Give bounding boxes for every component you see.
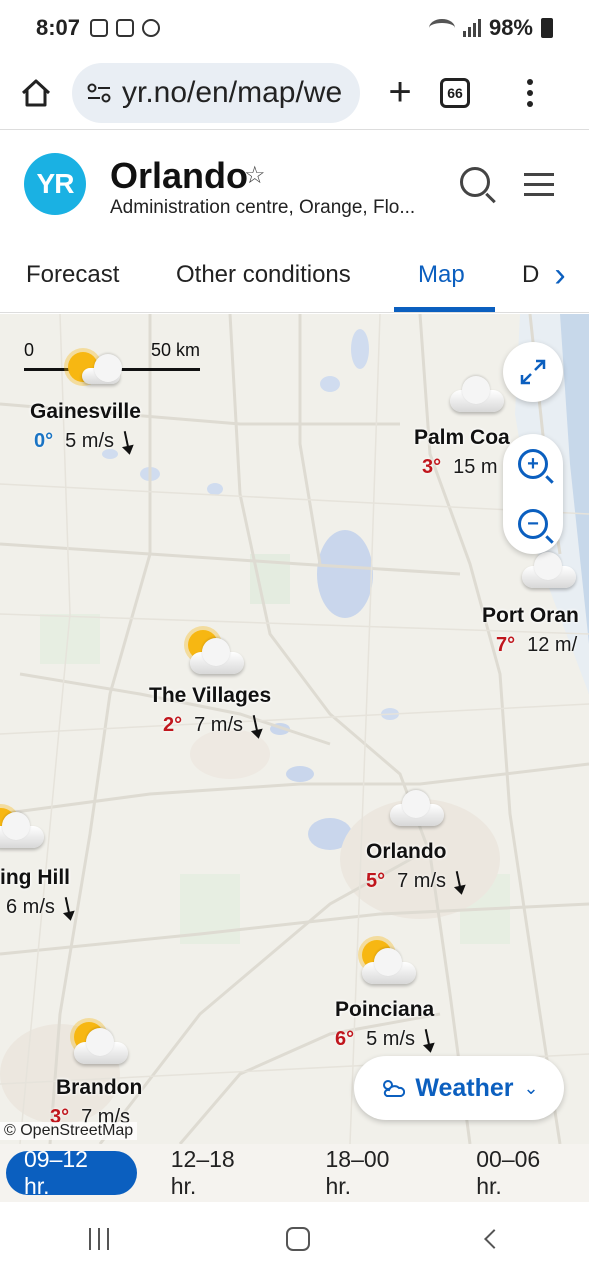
scale-zero-label: 0	[24, 340, 35, 360]
place-wind-speed: 7 m/s	[194, 714, 244, 736]
wifi-icon	[428, 19, 455, 37]
place-temperature: 0°	[34, 430, 54, 452]
url-bar[interactable]: yr.no/en/map/we	[72, 62, 360, 123]
cloud-icon	[520, 552, 580, 592]
place-temperature: 7°	[496, 634, 516, 656]
expand-icon	[520, 359, 546, 385]
tab-other-conditions[interactable]: Other conditions	[176, 261, 351, 289]
hamburger-menu-icon[interactable]	[524, 173, 554, 196]
place-name: Gainesville	[30, 400, 141, 423]
gallery-icon	[116, 19, 135, 37]
recent-apps-icon[interactable]	[88, 1228, 109, 1250]
partly-cloudy-icon	[0, 804, 46, 854]
record-icon	[142, 19, 161, 37]
place-name: Palm Coa	[414, 426, 510, 449]
time-tab-09-12[interactable]: 09–12 hr.	[6, 1146, 137, 1199]
map-place-gainesville[interactable]: Gainesville 0° 5 m/s	[30, 400, 141, 453]
browser-menu-button[interactable]	[500, 78, 560, 107]
wind-direction-icon	[252, 714, 260, 737]
location-subtitle: Administration centre, Orange, Flo...	[110, 197, 416, 218]
chevron-down-icon: ⌄	[523, 1077, 539, 1098]
tab-bar: Forecast Other conditions Map D ›	[0, 241, 589, 313]
partly-cloudy-icon	[72, 1018, 132, 1068]
zoom-controls: + −	[503, 434, 563, 554]
yr-logo[interactable]: YR	[24, 153, 86, 215]
notification-icon	[90, 19, 109, 37]
place-temperature: 6°	[335, 1028, 355, 1050]
home-button[interactable]	[0, 78, 72, 108]
wind-direction-icon	[424, 1028, 432, 1051]
map-place-port-orange[interactable]: Port Oran 7° 12 m/	[482, 604, 579, 657]
status-bar: 8:07 98%	[0, 0, 589, 56]
battery-percent: 98%	[488, 15, 533, 40]
search-icon[interactable]	[460, 167, 490, 197]
map-attribution[interactable]: © OpenStreetMap	[0, 1122, 138, 1140]
partly-cloudy-icon	[64, 346, 124, 391]
place-wind-speed: 7 m/s	[397, 870, 447, 892]
fullscreen-button[interactable]	[503, 342, 563, 402]
site-header: YR Orlando ☆ Administration centre, Oran…	[0, 131, 589, 241]
home-nav-icon[interactable]	[285, 1227, 310, 1251]
active-tab-indicator	[394, 307, 495, 312]
partly-cloudy-icon	[358, 936, 418, 986]
favourite-star-icon[interactable]: ☆	[244, 161, 266, 190]
place-name: Port Oran	[482, 604, 579, 627]
place-name: Poinciana	[335, 998, 435, 1021]
place-wind-speed: 6 m/s	[6, 896, 55, 918]
map-place-spring-hill[interactable]: ing Hill 6 m/s	[0, 866, 72, 919]
new-tab-button[interactable]: +	[360, 70, 440, 115]
system-navigation-bar	[0, 1202, 589, 1276]
place-temperature: 5°	[366, 870, 386, 892]
time-tab-12-18[interactable]: 12–18 hr.	[153, 1146, 284, 1199]
place-name: The Villages	[149, 684, 272, 707]
cloud-icon	[448, 376, 508, 416]
time-range-tabs: 09–12 hr. 12–18 hr. 18–00 hr. 00–06 hr.	[0, 1144, 589, 1202]
zoom-in-icon[interactable]: +	[518, 449, 548, 479]
time-tab-00-06[interactable]: 00–06 hr.	[458, 1146, 589, 1199]
weather-layer-button[interactable]: Weather ⌄	[354, 1056, 564, 1120]
status-time: 8:07	[36, 15, 81, 40]
weather-layer-label: Weather	[415, 1073, 514, 1102]
tabs-next-chevron-icon[interactable]: ›	[540, 255, 580, 295]
place-wind-speed: 15 m	[453, 456, 498, 478]
home-icon	[21, 79, 51, 106]
battery-icon	[541, 18, 553, 38]
signal-icon	[462, 19, 481, 37]
wind-direction-icon	[123, 430, 131, 453]
place-name: Brandon	[56, 1076, 143, 1099]
cloud-icon	[388, 790, 448, 830]
place-name: ing Hill	[0, 866, 70, 889]
map-place-the-villages[interactable]: The Villages 2° 7 m/s	[149, 684, 271, 737]
place-wind-speed: 5 m/s	[366, 1028, 416, 1050]
url-text: yr.no/en/map/we	[122, 75, 343, 109]
place-temperature: 3°	[422, 456, 442, 478]
zoom-out-icon[interactable]: −	[518, 509, 548, 539]
map-place-orlando[interactable]: Orlando 5° 7 m/s	[366, 840, 463, 893]
tab-switcher-button[interactable]: 66	[440, 77, 470, 108]
time-tab-18-00[interactable]: 18–00 hr.	[308, 1146, 439, 1199]
tab-forecast[interactable]: Forecast	[26, 261, 119, 289]
map-controls: + −	[503, 342, 563, 554]
site-settings-icon	[87, 83, 111, 102]
scale-distance-label: 50 km	[150, 340, 200, 360]
weather-layer-icon	[383, 1080, 406, 1097]
partly-cloudy-icon	[184, 626, 244, 676]
place-name: Orlando	[366, 840, 447, 863]
page-title: Orlando	[110, 155, 249, 196]
tab-map[interactable]: Map	[418, 261, 465, 289]
place-wind-speed: 5 m/s	[65, 430, 115, 452]
place-temperature: 2°	[163, 714, 183, 736]
place-wind-speed: 12 m/	[527, 634, 578, 656]
map-place-palm-coast[interactable]: Palm Coa 3° 15 m	[414, 426, 510, 479]
map-place-poinciana[interactable]: Poinciana 6° 5 m/s	[335, 998, 434, 1051]
back-nav-icon[interactable]	[483, 1229, 504, 1249]
browser-toolbar: yr.no/en/map/we + 66	[0, 56, 589, 130]
weather-map[interactable]: 0 50 km Gainesville 0° 5 m/s Palm Coa 3°…	[0, 314, 589, 1144]
tab-partial[interactable]: D	[522, 261, 539, 289]
